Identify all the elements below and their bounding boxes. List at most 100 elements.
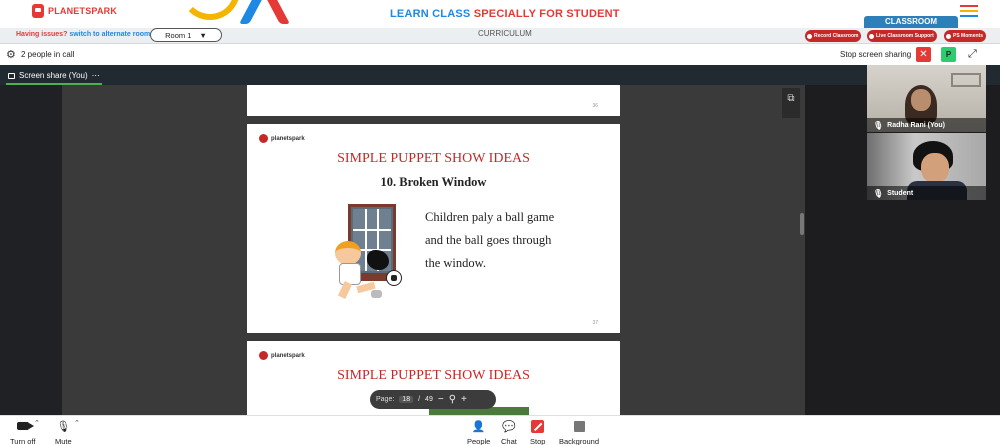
page-number-input[interactable]: 18: [399, 396, 414, 403]
planetspark-mark-icon: [259, 351, 268, 360]
classroom-tab[interactable]: CLASSROOM: [864, 16, 958, 28]
microphone-icon: 🎙: [873, 120, 884, 130]
mic-button[interactable]: 🎙 Mute: [55, 419, 72, 445]
screen-icon: [8, 72, 15, 79]
page-separator: /: [418, 396, 421, 403]
page-total: 49: [425, 396, 433, 403]
planetspark-logo-icon: [32, 4, 44, 18]
mic-label: Mute: [55, 437, 72, 445]
record-classroom-button[interactable]: Record Classroom: [805, 30, 862, 42]
slide-body-line: and the ball goes through: [425, 233, 552, 247]
support-dot-icon: [869, 33, 874, 39]
fullscreen-icon[interactable]: ⤢: [968, 48, 977, 61]
slide-previous: 36: [247, 85, 620, 116]
live-support-label: Live Classroom Support: [876, 33, 934, 39]
page-title: LEARN CLASS SPECIALLY FOR STUDENT: [390, 8, 620, 20]
room-select-value: Room 1: [165, 30, 192, 40]
participant-name-bar: 🎙 Radha Rani (You): [867, 118, 986, 132]
background-button[interactable]: Background: [559, 419, 599, 445]
moments-dot-icon: [946, 33, 951, 39]
stop-label: Stop: [530, 437, 546, 445]
meeting-bar: ⚙ 2 people in call Stop screen sharing ✕…: [0, 44, 1000, 65]
camera-label: Turn off: [10, 437, 36, 445]
people-icon: 👤: [471, 420, 486, 433]
scrollbar-handle[interactable]: [800, 213, 804, 235]
planetspark-mark-icon: [259, 134, 268, 143]
camera-icon: [16, 422, 34, 430]
participant-name-bar: 🎙 Student: [867, 186, 986, 200]
page-label: Page:: [376, 396, 395, 403]
ps-moments-button[interactable]: PS Moments: [944, 30, 987, 42]
share-tab-row: [0, 65, 1000, 85]
slide-subtitle: 10. Broken Window: [380, 175, 487, 189]
background-icon: [573, 420, 585, 432]
video-face: [921, 153, 949, 183]
people-button[interactable]: 👤 People: [467, 419, 490, 445]
participant-avatar[interactable]: P: [941, 47, 956, 62]
gear-icon[interactable]: ⚙: [6, 48, 16, 61]
background-label: Background: [559, 437, 600, 445]
page-title-part2: SPECIALLY FOR STUDENT: [473, 8, 620, 20]
participant-name: Radha Rani (You): [887, 121, 945, 129]
slide-title: SIMPLE PUPPET SHOW IDEAS: [337, 151, 530, 166]
stop-share-button[interactable]: Stop: [530, 419, 545, 445]
slide-number: 36: [592, 103, 598, 109]
slide-title: SIMPLE PUPPET SHOW IDEAS: [337, 368, 530, 383]
curriculum-label[interactable]: CURRICULUM: [478, 29, 532, 38]
decorative-stroke-red: [264, 0, 290, 24]
stop-share-icon: [531, 419, 545, 433]
stop-screen-sharing-label: Stop screen sharing: [840, 50, 912, 59]
people-count: 2 people in call: [21, 50, 75, 59]
hamburger-menu-icon[interactable]: [960, 5, 978, 20]
slide-logo-text: planetspark: [271, 352, 305, 359]
chat-button[interactable]: 💬 Chat: [501, 419, 517, 445]
participant-tile-self[interactable]: 🎙 Radha Rani (You): [867, 65, 986, 132]
screen-share-tab[interactable]: Screen share (You) ⋯: [6, 68, 102, 85]
slide-logo: planetspark: [259, 351, 305, 360]
room-bar: Having issues? switch to alternate room …: [0, 28, 1000, 44]
participant-name: Student: [887, 189, 914, 197]
zoom-in-icon[interactable]: +: [461, 394, 467, 405]
broken-glass-hole: [367, 250, 389, 270]
popout-icon[interactable]: ⧉: [782, 88, 800, 118]
slide-number: 37: [592, 320, 598, 326]
boy-shoe: [371, 290, 382, 298]
ps-moments-label: PS Moments: [953, 33, 984, 39]
alternate-room-link[interactable]: switch to alternate room: [69, 31, 150, 38]
call-controls: Turn off ⌃ 🎙 Mute ⌃ 👤 People 💬 Chat Stop…: [0, 415, 1000, 445]
slide-current: planetspark SIMPLE PUPPET SHOW IDEAS 10.…: [247, 124, 620, 333]
people-label: People: [467, 437, 491, 445]
slide-logo-text: planetspark: [271, 135, 305, 142]
planetspark-logo[interactable]: PLANETSPARK: [32, 4, 117, 18]
camera-options-caret-icon[interactable]: ⌃: [34, 419, 40, 427]
participant-tile-student[interactable]: 🎙 Student: [867, 133, 986, 200]
zoom-out-icon[interactable]: −: [438, 394, 444, 405]
logo-text: PLANETSPARK: [48, 6, 118, 16]
chat-icon: 💬: [502, 420, 516, 433]
live-support-button[interactable]: Live Classroom Support: [867, 30, 937, 42]
mic-options-caret-icon[interactable]: ⌃: [74, 419, 80, 427]
page-title-part1: LEARN CLASS: [390, 8, 471, 20]
soccer-ball-icon: [386, 270, 402, 286]
boy-head: [335, 241, 361, 265]
room-select[interactable]: Room 1 ▼: [150, 28, 222, 42]
boy-body: [339, 263, 361, 285]
camera-button[interactable]: Turn off: [10, 419, 35, 445]
microphone-icon: 🎙: [56, 420, 71, 433]
issues-notice: Having issues? switch to alternate room: [16, 31, 150, 38]
record-classroom-label: Record Classroom: [814, 33, 859, 39]
microphone-icon: 🎙: [873, 188, 884, 198]
zoom-reset-icon[interactable]: ⚲: [449, 394, 456, 405]
decorative-arc: [180, 0, 240, 20]
more-options-icon[interactable]: ⋯: [92, 71, 100, 80]
record-dot-icon: [807, 33, 812, 39]
app-header: PLANETSPARK LEARN CLASS SPECIALLY FOR ST…: [0, 0, 1000, 28]
slide-body-line: the window.: [425, 256, 486, 270]
pdf-toolbar: Page: 18 / 49 − ⚲ +: [370, 390, 496, 409]
caret-down-icon: ▼: [199, 30, 207, 40]
screen-share-tab-label: Screen share (You): [19, 71, 88, 80]
slide-body-line: Children paly a ball game: [425, 210, 555, 224]
decorative-stroke-blue: [239, 0, 265, 24]
stop-sharing-button[interactable]: ✕: [916, 47, 931, 62]
issues-label: Having issues?: [16, 31, 68, 38]
